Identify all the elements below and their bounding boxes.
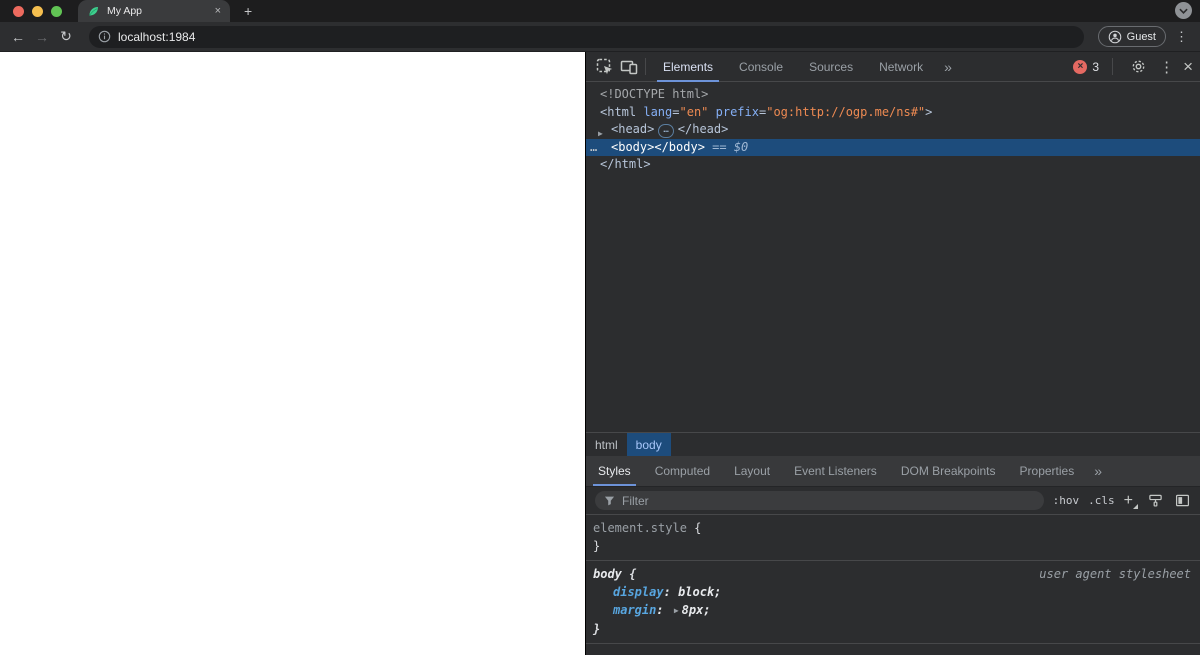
styles-pane: element.style { } body { user agent styl… xyxy=(586,515,1200,655)
console-error-badge[interactable]: × 3 xyxy=(1073,59,1100,74)
dom-line-head[interactable]: ▶ <head>… </head> xyxy=(586,121,1200,139)
breadcrumb-html[interactable]: html xyxy=(586,433,627,456)
selector-body[interactable]: body xyxy=(593,567,622,581)
error-circle-icon: × xyxy=(1073,59,1088,74)
toggle-element-state-button[interactable]: :hov xyxy=(1053,494,1080,507)
expand-shorthand-icon[interactable]: ▶ xyxy=(674,606,679,615)
address-bar[interactable]: localhost:1984 xyxy=(89,25,1084,48)
node-menu-dots[interactable]: … xyxy=(590,139,598,157)
tab-dom-breakpoints[interactable]: DOM Breakpoints xyxy=(889,456,1008,486)
tab-event-listeners[interactable]: Event Listeners xyxy=(782,456,889,486)
reload-button[interactable]: ↻ xyxy=(57,28,75,45)
devtools-tab-network[interactable]: Network xyxy=(866,52,936,82)
devtools-panel: Elements Console Sources Network » × 3 ⋮… xyxy=(585,52,1200,655)
sidebar-more-tabs-chevron-icon[interactable]: » xyxy=(1086,463,1109,479)
tab-close-icon[interactable]: × xyxy=(215,5,221,17)
more-tabs-chevron-icon[interactable]: » xyxy=(936,59,959,75)
breadcrumb-body[interactable]: body xyxy=(626,433,671,456)
device-toolbar-icon[interactable] xyxy=(617,55,641,79)
toolbar-divider xyxy=(1112,58,1114,75)
rendering-emulation-icon[interactable] xyxy=(1146,492,1164,510)
error-count: 3 xyxy=(1092,59,1100,74)
tab-layout[interactable]: Layout xyxy=(722,456,782,486)
tab-properties[interactable]: Properties xyxy=(1008,456,1087,486)
tab-search-chevron-icon[interactable] xyxy=(1175,2,1192,19)
funnel-filter-icon xyxy=(604,495,615,506)
inspect-element-icon[interactable] xyxy=(593,55,617,79)
dom-line-body-selected[interactable]: … <body></body> == $0 xyxy=(586,138,1200,157)
window-zoom-button[interactable] xyxy=(51,5,62,17)
tab-favicon-leaf-icon xyxy=(87,5,100,18)
computed-sidebar-toggle-icon[interactable] xyxy=(1173,492,1191,510)
tab-computed[interactable]: Computed xyxy=(643,456,722,486)
rule-body-user-agent[interactable]: body { user agent stylesheet display: bl… xyxy=(586,561,1200,644)
tab-styles[interactable]: Styles xyxy=(586,456,643,486)
dom-tree: <!DOCTYPE html> <html lang="en" prefix="… xyxy=(586,82,1200,432)
css-property-margin[interactable]: margin: ▶ 8px; xyxy=(593,601,1193,620)
collapsed-content-ellipsis[interactable]: … xyxy=(658,124,674,138)
devtools-menu-kebab-icon[interactable]: ⋮ xyxy=(1159,58,1174,76)
back-button[interactable]: ← xyxy=(9,29,27,45)
browser-menu-kebab-icon[interactable]: ⋮ xyxy=(1172,29,1191,45)
url-text: localhost:1984 xyxy=(118,29,196,44)
rule-element-style[interactable]: element.style { } xyxy=(586,515,1200,561)
profile-guest-badge[interactable]: Guest xyxy=(1097,26,1166,47)
window-close-button[interactable] xyxy=(13,5,24,17)
tab-title: My App xyxy=(107,5,143,17)
devtools-toolbar: Elements Console Sources Network » × 3 ⋮… xyxy=(586,52,1200,82)
devtools-tab-sources[interactable]: Sources xyxy=(796,52,866,82)
tab-strip: My App × + xyxy=(0,0,1200,22)
guest-label: Guest xyxy=(1126,30,1156,43)
new-style-rule-icon[interactable]: + xyxy=(1124,492,1139,509)
forward-button[interactable]: → xyxy=(33,29,51,45)
selector-element-style[interactable]: element.style xyxy=(593,521,687,535)
devtools-tab-elements[interactable]: Elements xyxy=(650,52,726,82)
window-controls xyxy=(13,5,62,17)
dom-line-doctype[interactable]: <!DOCTYPE html> xyxy=(586,86,1200,104)
settings-gear-icon[interactable] xyxy=(1126,55,1150,79)
toolbar-divider xyxy=(645,58,646,75)
site-info-icon[interactable] xyxy=(98,30,111,43)
dom-line-html-close[interactable]: </html> xyxy=(586,156,1200,174)
css-property-display[interactable]: display: block; xyxy=(593,583,1193,601)
dom-line-html-open[interactable]: <html lang="en" prefix="og:http://ogp.me… xyxy=(586,104,1200,122)
element-classes-button[interactable]: .cls xyxy=(1088,494,1115,507)
person-icon xyxy=(1108,30,1122,44)
styles-sidebar-tabs: Styles Computed Layout Event Listeners D… xyxy=(586,456,1200,487)
style-filter-field[interactable] xyxy=(595,491,1044,510)
new-tab-button[interactable]: + xyxy=(244,3,252,19)
browser-tab[interactable]: My App × xyxy=(78,0,230,22)
devtools-close-icon[interactable]: × xyxy=(1183,57,1193,77)
page-viewport[interactable] xyxy=(0,52,585,655)
browser-toolbar: ← → ↻ localhost:1984 Guest ⋮ xyxy=(0,22,1200,52)
devtools-tab-console[interactable]: Console xyxy=(726,52,796,82)
style-filter-input[interactable] xyxy=(622,493,1035,508)
window-minimize-button[interactable] xyxy=(32,5,43,17)
stylesheet-origin-label: user agent stylesheet xyxy=(1039,567,1191,581)
dom-breadcrumbs: html body xyxy=(586,432,1200,456)
styles-filter-bar: :hov .cls + xyxy=(586,487,1200,515)
